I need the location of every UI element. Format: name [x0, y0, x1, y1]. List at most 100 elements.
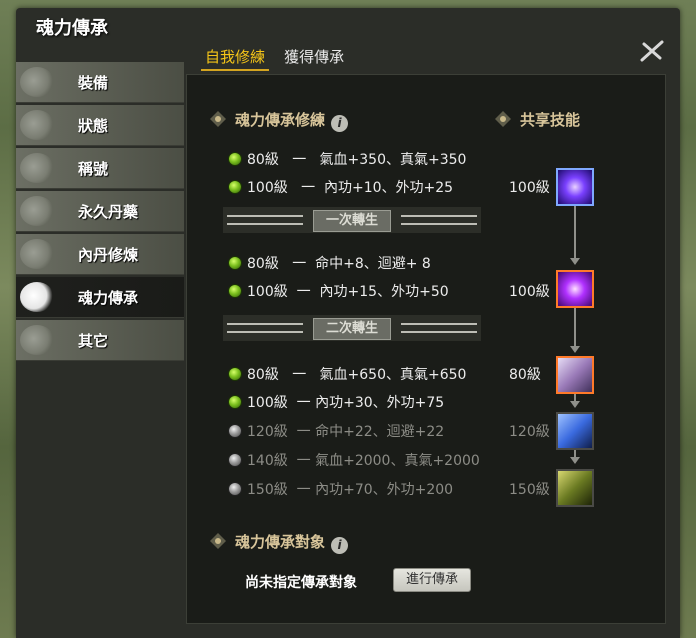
list-item: 140級 一 氣血+2000、真氣+2000	[229, 450, 480, 470]
title-bar: 魂力傳承	[16, 8, 680, 42]
row-dash: 一	[296, 482, 311, 498]
target-status-text: 尚未指定傳承對象	[245, 575, 357, 591]
row-effect: 氣血+350、真氣+350	[319, 152, 467, 168]
row-level: 120級	[247, 424, 288, 440]
target-section-title: 魂力傳承對象	[235, 533, 326, 551]
sidebar-item-label: 稱號	[78, 160, 109, 178]
row-dash: 一	[292, 152, 307, 168]
sidebar-item-label: 魂力傳承	[78, 289, 139, 307]
training-section-title: 魂力傳承修練	[235, 111, 326, 129]
swirl-icon	[20, 282, 54, 312]
tab-received-inheritance[interactable]: 獲得傳承	[280, 44, 348, 69]
list-item: 80級 一 命中+8、迴避+ 8	[229, 253, 431, 273]
row-effect: 內功+70、外功+200	[315, 482, 454, 498]
row-dash: 一	[296, 453, 311, 469]
grey-orb-icon	[229, 483, 241, 495]
row-dash: 一	[296, 284, 311, 300]
row-level: 100級	[247, 395, 288, 411]
violet-swirl-skill-icon[interactable]	[556, 270, 594, 308]
list-item: 100級 一 內功+30、外功+75	[229, 392, 444, 412]
divider-lines	[401, 323, 477, 333]
rebirth-divider-2: 二次轉生	[223, 315, 481, 341]
list-item: 100級 一 內功+10、外功+25	[229, 177, 453, 197]
row-effect: 命中+8、迴避+ 8	[315, 256, 431, 272]
row-effect: 內功+30、外功+75	[315, 395, 445, 411]
grey-orb-icon	[229, 454, 241, 466]
skill-connector	[574, 206, 576, 258]
window-title: 魂力傳承	[36, 18, 108, 39]
sidebar-item-others[interactable]: 其它	[16, 320, 184, 361]
info-icon[interactable]: i	[331, 115, 349, 132]
inheritance-window: 魂力傳承 裝備 狀態 稱號 永久丹藥 內丹修煉 魂力傳承 其它 自我修練 獲得傳…	[16, 8, 680, 638]
row-level: 140級	[247, 453, 288, 469]
divider-lines	[227, 215, 303, 225]
start-inheritance-button[interactable]: 進行傳承	[393, 568, 471, 592]
arrow-down-icon	[570, 457, 580, 464]
row-level: 150級	[247, 482, 288, 498]
ornament-diamond-icon	[209, 532, 227, 550]
sidebar-item-inner-elixir[interactable]: 內丹修煉	[16, 234, 184, 275]
row-effect: 氣血+650、真氣+650	[319, 367, 467, 383]
row-effect: 內功+10、外功+25	[324, 180, 454, 196]
green-orb-icon	[229, 257, 241, 269]
row-effect: 命中+22、迴避+22	[315, 424, 445, 440]
green-orb-icon	[229, 368, 241, 380]
sidebar-item-label: 其它	[78, 332, 109, 350]
swirl-icon	[20, 110, 54, 140]
grey-orb-icon	[229, 425, 241, 437]
sidebar-item-status[interactable]: 狀態	[16, 105, 184, 146]
sidebar-item-label: 狀態	[78, 117, 109, 135]
green-orb-icon	[229, 396, 241, 408]
tab-bar: 自我修練 獲得傳承	[201, 44, 354, 71]
sidebar-item-permanent-pills[interactable]: 永久丹藥	[16, 191, 184, 232]
arrow-down-icon	[570, 346, 580, 353]
info-icon[interactable]: i	[331, 537, 349, 554]
skill-level-label: 100級	[509, 284, 550, 300]
row-dash: 一	[301, 180, 316, 196]
row-level: 100級	[247, 180, 288, 196]
training-section-heading: 魂力傳承修練 i	[209, 109, 349, 132]
row-effect: 內功+15、外功+50	[319, 284, 449, 300]
skill-level-label: 80級	[509, 367, 541, 383]
swirl-icon	[20, 67, 54, 97]
swirl-icon	[20, 325, 54, 355]
winged-figure-skill-icon[interactable]	[556, 412, 594, 450]
arrow-down-icon	[570, 401, 580, 408]
swirl-icon	[20, 239, 54, 269]
sidebar-menu: 裝備 狀態 稱號 永久丹藥 內丹修煉 魂力傳承 其它	[16, 62, 184, 363]
sidebar-item-label: 裝備	[78, 74, 109, 92]
ornament-diamond-icon	[494, 110, 512, 128]
rebirth-divider-1: 一次轉生	[223, 207, 481, 233]
main-panel: 魂力傳承修練 i 共享技能 80級 一 氣血+350、真氣+350 100級 一 …	[186, 74, 666, 624]
shared-skills-heading: 共享技能	[494, 109, 580, 130]
purple-vortex-skill-icon[interactable]	[556, 168, 594, 206]
list-item: 80級 一 氣血+650、真氣+650	[229, 364, 466, 384]
list-item: 150級 一 內功+70、外功+200	[229, 479, 453, 499]
list-item: 80級 一 氣血+350、真氣+350	[229, 149, 466, 169]
row-dash: 一	[292, 367, 307, 383]
golden-figure-skill-icon[interactable]	[556, 469, 594, 507]
sidebar-item-equipment[interactable]: 裝備	[16, 62, 184, 103]
skill-level-label: 120級	[509, 424, 550, 440]
tab-self-training[interactable]: 自我修練	[201, 44, 270, 71]
skill-level-label: 150級	[509, 482, 550, 498]
row-dash: 一	[296, 395, 311, 411]
warrior-strike-skill-icon[interactable]	[556, 356, 594, 394]
green-orb-icon	[229, 153, 241, 165]
shared-skills-title: 共享技能	[520, 111, 581, 129]
sidebar-item-label: 內丹修煉	[78, 246, 139, 264]
divider-lines	[227, 323, 303, 333]
rebirth-badge: 二次轉生	[313, 318, 391, 340]
sidebar-item-soul-inheritance[interactable]: 魂力傳承	[16, 277, 184, 318]
green-orb-icon	[229, 285, 241, 297]
row-level: 80級	[247, 256, 279, 272]
list-item: 120級 一 命中+22、迴避+22	[229, 421, 444, 441]
close-icon[interactable]	[638, 38, 666, 64]
swirl-icon	[20, 153, 54, 183]
sidebar-item-label: 永久丹藥	[78, 203, 139, 221]
rebirth-badge: 一次轉生	[313, 210, 391, 232]
row-level: 80級	[247, 152, 279, 168]
ornament-diamond-icon	[209, 110, 227, 128]
sidebar-item-titles[interactable]: 稱號	[16, 148, 184, 189]
row-effect: 氣血+2000、真氣+2000	[315, 453, 480, 469]
